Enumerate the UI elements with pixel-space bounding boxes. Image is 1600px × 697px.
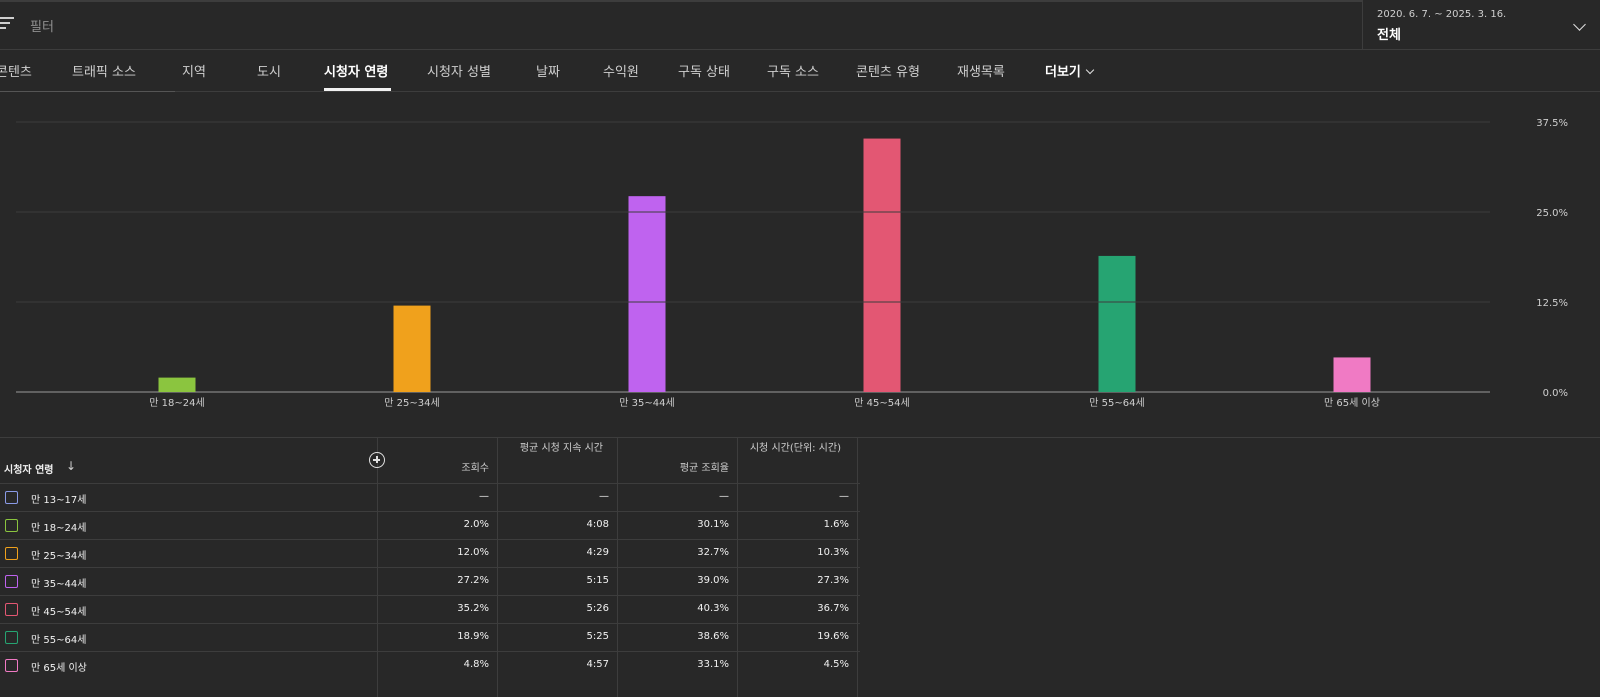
tab-traffic-source[interactable]: 트래픽 소스: [72, 61, 136, 80]
y-tick-label: 25.0%: [1536, 208, 1568, 219]
series-checkbox[interactable]: [5, 491, 18, 504]
row-label: 만 45~54세: [31, 607, 87, 618]
table-row[interactable]: 만 55~64세 18.9% 5:25 38.6% 19.6%: [0, 623, 860, 651]
table-row[interactable]: 만 25~34세 12.0% 4:29 32.7% 10.3%: [0, 539, 860, 567]
table-cell-watch-time: 1.6%: [823, 519, 849, 530]
table-cell-avg-duration: 5:26: [586, 603, 609, 614]
table-cell-watch-time: —: [839, 491, 849, 502]
age-table: 시청자 연령 ↓ 조회수 평균 시청 지속 시간 평균 조회율 시청 시간(단위…: [0, 437, 1600, 697]
y-tick-label: 37.5%: [1536, 118, 1568, 129]
column-header-avg-duration[interactable]: 평균 시청 지속 시간: [509, 442, 603, 456]
series-checkbox[interactable]: [5, 547, 18, 560]
bar: [1333, 357, 1371, 392]
tab-city[interactable]: 도시: [257, 61, 281, 80]
x-tick-label: 만 65세 이상: [1324, 397, 1380, 409]
series-checkbox[interactable]: [5, 603, 18, 616]
table-cell-watch-time: 19.6%: [817, 631, 849, 642]
table-cell-avg-rate: 39.0%: [697, 575, 729, 586]
table-cell-avg-rate: 30.1%: [697, 519, 729, 530]
tab-playlist[interactable]: 재생목록: [957, 61, 1005, 80]
table-cell-avg-rate: —: [719, 491, 729, 502]
table-cell-avg-duration: —: [599, 491, 609, 502]
table-row[interactable]: 만 65세 이상 4.8% 4:57 33.1% 4.5%: [0, 651, 860, 679]
x-tick-label: 만 35~44세: [619, 397, 674, 409]
filter-bar[interactable]: 필터 2020. 6. 7. ~ 2025. 3. 16. 전체: [0, 0, 1600, 50]
table-cell-watch-time: 36.7%: [817, 603, 849, 614]
column-header-age[interactable]: 시청자 연령: [4, 461, 53, 476]
table-cell-views: —: [479, 491, 489, 502]
bar: [1098, 255, 1136, 392]
table-cell-avg-rate: 33.1%: [697, 659, 729, 670]
table-cell-avg-rate: 40.3%: [697, 603, 729, 614]
series-checkbox[interactable]: [5, 519, 18, 532]
bar: [628, 196, 666, 392]
table-cell-views: 35.2%: [457, 603, 489, 614]
chevron-down-icon: [1085, 65, 1095, 75]
table-row[interactable]: 만 35~44세 27.2% 5:15 39.0% 27.3%: [0, 567, 860, 595]
table-cell-avg-duration: 4:57: [586, 659, 609, 670]
date-range-value: 전체: [1377, 28, 1401, 43]
tab-more-label: 더보기: [1045, 65, 1081, 80]
tab-more[interactable]: 더보기: [1045, 61, 1095, 80]
tab-date[interactable]: 날짜: [536, 61, 560, 80]
y-tick-label: 0.0%: [1543, 388, 1568, 399]
y-tick-label: 12.5%: [1536, 298, 1568, 309]
row-label: 만 55~64세: [31, 635, 87, 646]
tab-subscription-status[interactable]: 구독 상태: [678, 61, 730, 80]
add-column-icon[interactable]: [369, 452, 385, 468]
row-label: 만 35~44세: [31, 579, 87, 590]
table-row[interactable]: 만 13~17세 — — — —: [0, 483, 860, 511]
table-row[interactable]: 만 18~24세 2.0% 4:08 30.1% 1.6%: [0, 511, 860, 539]
tab-content[interactable]: 콘텐츠: [0, 61, 32, 80]
row-label: 만 25~34세: [31, 551, 87, 562]
sort-arrow-icon[interactable]: ↓: [66, 459, 76, 473]
filter-input[interactable]: 필터: [30, 16, 54, 35]
chevron-down-icon[interactable]: [1573, 18, 1586, 31]
tab-subscription-source[interactable]: 구독 소스: [767, 61, 819, 80]
tab-revenue-source[interactable]: 수익원: [603, 61, 639, 80]
tab-viewer-age[interactable]: 시청자 연령: [324, 61, 388, 80]
table-row[interactable]: 만 45~54세 35.2% 5:26 40.3% 36.7%: [0, 595, 860, 623]
tab-viewer-gender[interactable]: 시청자 성별: [427, 61, 491, 80]
column-header-views[interactable]: 조회수: [389, 462, 489, 476]
age-bar-chart: 0.0% 12.5% 25.0% 37.5% 만 18~24세 만 25~34세 만 35~…: [0, 92, 1600, 437]
dimension-tabs: 콘텐츠 트래픽 소스 지역 도시 시청자 연령 시청자 성별 날짜 수익원 구독…: [0, 50, 1600, 92]
table-cell-avg-duration: 5:15: [586, 575, 609, 586]
table-cell-watch-time: 10.3%: [817, 547, 849, 558]
x-tick-label: 만 45~54세: [854, 397, 909, 409]
filter-icon[interactable]: [0, 17, 16, 31]
table-cell-watch-time: 4.5%: [823, 659, 849, 670]
chart-svg: 0.0% 12.5% 25.0% 37.5% 만 18~24세 만 25~34세 만 35~…: [16, 118, 1568, 409]
bar: [863, 138, 901, 392]
row-label: 만 18~24세: [31, 523, 87, 534]
date-range-text: 2020. 6. 7. ~ 2025. 3. 16.: [1377, 9, 1507, 20]
x-tick-label: 만 55~64세: [1089, 397, 1144, 409]
series-checkbox[interactable]: [5, 659, 18, 672]
tab-content-type[interactable]: 콘텐츠 유형: [856, 61, 920, 80]
table-cell-views: 2.0%: [463, 519, 489, 530]
column-header-watch-time[interactable]: 시청 시간(단위: 시간): [749, 442, 841, 456]
table-cell-avg-duration: 4:29: [586, 547, 609, 558]
x-tick-label: 만 18~24세: [149, 397, 204, 409]
column-header-avg-rate[interactable]: 평균 조회율: [629, 462, 729, 476]
series-checkbox[interactable]: [5, 575, 18, 588]
table-cell-views: 12.0%: [457, 547, 489, 558]
row-label: 만 65세 이상: [31, 663, 87, 674]
table-cell-avg-rate: 38.6%: [697, 631, 729, 642]
table-cell-views: 4.8%: [463, 659, 489, 670]
active-tab-indicator: [324, 88, 391, 91]
x-tick-label: 만 25~34세: [384, 397, 439, 409]
table-cell-views: 27.2%: [457, 575, 489, 586]
bar: [158, 377, 196, 392]
table-cell-avg-duration: 4:08: [586, 519, 609, 530]
table-cell-watch-time: 27.3%: [817, 575, 849, 586]
table-cell-avg-rate: 32.7%: [697, 547, 729, 558]
date-range-selector[interactable]: 2020. 6. 7. ~ 2025. 3. 16. 전체: [1362, 0, 1600, 50]
bar: [393, 305, 431, 392]
tab-geography[interactable]: 지역: [182, 61, 206, 80]
table-cell-views: 18.9%: [457, 631, 489, 642]
table-cell-avg-duration: 5:25: [586, 631, 609, 642]
row-label: 만 13~17세: [31, 495, 87, 506]
series-checkbox[interactable]: [5, 631, 18, 644]
